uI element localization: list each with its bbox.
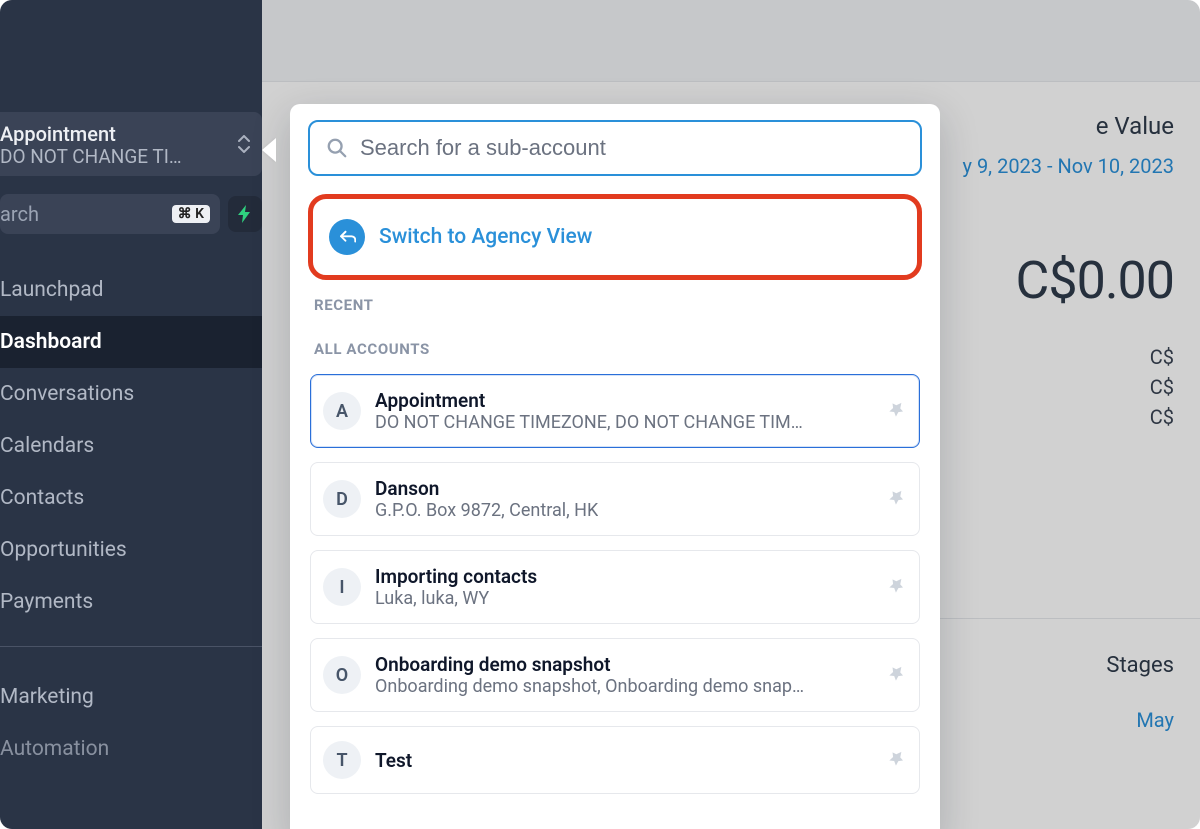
account-avatar: I (323, 568, 361, 606)
sidebar-divider (0, 646, 262, 647)
nav-payments[interactable]: Payments (0, 576, 262, 628)
account-avatar: A (323, 392, 361, 430)
nav-conversations[interactable]: Conversations (0, 368, 262, 420)
account-name: Appointment (0, 122, 216, 146)
search-icon (326, 137, 348, 159)
nav-automation[interactable]: Automation (0, 723, 262, 775)
sidebar-nav: Launchpad Dashboard Conversations Calend… (0, 264, 262, 628)
account-item-name: Test (375, 749, 412, 772)
account-item-desc: G.P.O. Box 9872, Central, HK (375, 500, 598, 521)
section-recent: RECENT (314, 296, 916, 314)
bolt-button[interactable] (228, 196, 262, 232)
top-header-bar (262, 0, 1200, 82)
pin-icon[interactable] (880, 483, 911, 514)
pin-icon[interactable] (880, 659, 911, 690)
nav-marketing[interactable]: Marketing (0, 671, 262, 723)
account-item-onboarding[interactable]: O Onboarding demo snapshot Onboarding de… (310, 638, 920, 712)
popover-arrow (262, 138, 276, 162)
switch-agency-view[interactable]: Switch to Agency View (329, 219, 901, 255)
sidebar-search-placeholder: arch (0, 202, 39, 226)
tutorial-highlight: Switch to Agency View (308, 194, 922, 280)
account-item-danson[interactable]: D Danson G.P.O. Box 9872, Central, HK (310, 462, 920, 536)
nav-launchpad[interactable]: Launchpad (0, 264, 262, 316)
app-window: e Value y 9, 2023 - Nov 10, 2023 C$0.00 … (0, 0, 1200, 829)
account-item-name: Danson (375, 477, 598, 500)
account-avatar: O (323, 656, 361, 694)
account-item-desc: Onboarding demo snapshot, Onboarding dem… (375, 676, 804, 697)
nav-contacts[interactable]: Contacts (0, 472, 262, 524)
subaccount-search[interactable] (308, 120, 922, 176)
account-item-desc: Luka, luka, WY (375, 588, 537, 609)
account-item-name: Onboarding demo snapshot (375, 653, 804, 676)
keyboard-shortcut-badge: ⌘ K (172, 205, 210, 223)
subaccount-dropdown: Switch to Agency View RECENT ALL ACCOUNT… (290, 104, 940, 829)
nav-opportunities[interactable]: Opportunities (0, 524, 262, 576)
account-avatar: D (323, 480, 361, 518)
sidebar: Appointment DO NOT CHANGE TI… arch ⌘ K L… (0, 0, 262, 829)
nav-dashboard[interactable]: Dashboard (0, 316, 262, 368)
account-item-importing[interactable]: I Importing contacts Luka, luka, WY (310, 550, 920, 624)
chevron-up-down-icon (238, 135, 250, 153)
account-subtitle: DO NOT CHANGE TI… (0, 146, 216, 168)
account-item-appointment[interactable]: A Appointment DO NOT CHANGE TIMEZONE, DO… (310, 374, 920, 448)
pin-icon[interactable] (880, 571, 911, 602)
switch-agency-label: Switch to Agency View (379, 225, 592, 249)
nav-calendars[interactable]: Calendars (0, 420, 262, 472)
account-item-desc: DO NOT CHANGE TIMEZONE, DO NOT CHANGE TI… (375, 412, 803, 433)
bolt-icon (237, 205, 253, 223)
section-all-accounts: ALL ACCOUNTS (314, 340, 916, 358)
back-arrow-icon (329, 219, 365, 255)
account-avatar: T (323, 741, 361, 779)
pin-icon[interactable] (880, 744, 911, 775)
account-switcher[interactable]: Appointment DO NOT CHANGE TI… (0, 112, 262, 176)
pin-icon[interactable] (880, 395, 911, 426)
account-item-name: Importing contacts (375, 565, 537, 588)
account-list: A Appointment DO NOT CHANGE TIMEZONE, DO… (308, 374, 922, 794)
sidebar-search[interactable]: arch ⌘ K (0, 194, 220, 234)
subaccount-search-input[interactable] (360, 135, 904, 161)
account-item-test[interactable]: T Test (310, 726, 920, 794)
account-item-name: Appointment (375, 389, 803, 412)
